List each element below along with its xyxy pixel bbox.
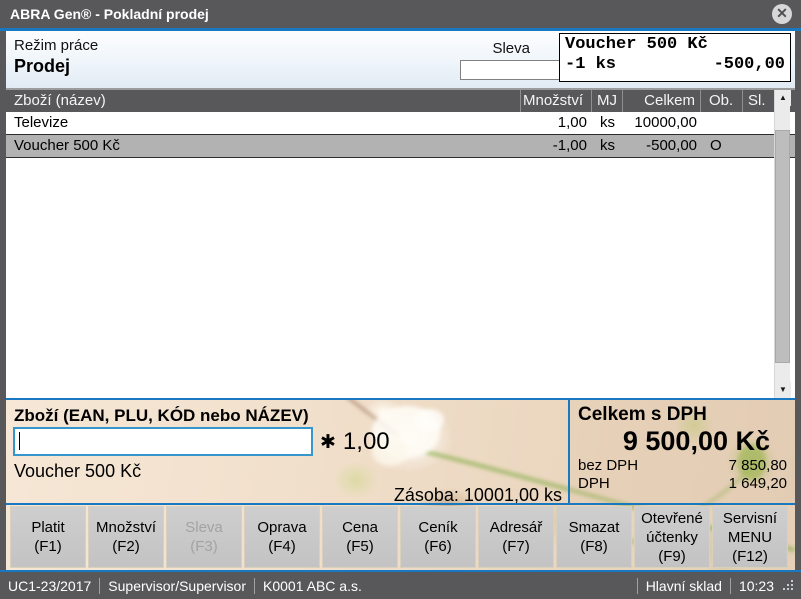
items-table: Zboží (název) Množství MJ Celkem Ob. Sl.… (6, 90, 795, 398)
col-name[interactable]: Zboží (název) (6, 90, 520, 112)
asterisk-icon: ✱ (320, 431, 336, 453)
text-caret (19, 432, 20, 450)
scrollbar-thumb[interactable] (775, 130, 790, 363)
vertical-scrollbar[interactable]: ▲ ▼ (774, 90, 790, 398)
function-button-bar: Platit(F1) Množství(F2) Sleva(F3) Oprava… (10, 506, 788, 568)
open-receipts-button[interactable]: Otevřené účtenky(F9) (634, 506, 710, 568)
display-quantity: -1 ks (565, 55, 616, 74)
window-title: ABRA Gen® - Pokladní prodej (10, 0, 209, 28)
separator-line (6, 503, 795, 505)
col-sl[interactable]: Sl. (742, 90, 774, 112)
clock: 10:23 (731, 578, 782, 594)
total-without-vat-row: bez DPH 7 850,80 (578, 457, 787, 474)
company-name: K0001 ABC a.s. (255, 578, 370, 594)
pay-button[interactable]: Platit(F1) (10, 506, 86, 568)
service-menu-button[interactable]: Servisní MENU(F12) (712, 506, 788, 568)
resize-grip-icon[interactable] (782, 579, 796, 593)
price-button[interactable]: Cena(F5) (322, 506, 398, 568)
vat-row: DPH 1 649,20 (578, 475, 787, 492)
work-mode-label: Režim práce (14, 37, 98, 54)
user-name: Supervisor/Supervisor (100, 578, 254, 594)
current-item-name: Voucher 500 Kč (14, 461, 141, 482)
customer-display: Voucher 500 Kč -1 ks -500,00 (559, 33, 791, 82)
status-bar: UC1-23/2017 Supervisor/Supervisor K0001 … (0, 572, 801, 599)
totals-title: Celkem s DPH (578, 404, 707, 426)
item-code-input[interactable] (13, 427, 313, 456)
table-row[interactable]: Televize 1,00 ks 10000,00 (6, 112, 795, 135)
table-row[interactable]: Voucher 500 Kč -1,00 ks -500,00 O (6, 135, 795, 158)
delete-button[interactable]: Smazat(F8) (556, 506, 632, 568)
scroll-up-icon[interactable]: ▲ (775, 90, 791, 106)
display-amount: -500,00 (714, 55, 785, 74)
work-mode-value: Prodej (14, 56, 70, 77)
quantity-multiplier: ✱ 1,00 (320, 428, 390, 455)
totals-panel: Celkem s DPH 9 500,00 Kč bez DPH 7 850,8… (568, 400, 795, 503)
table-header: Zboží (název) Množství MJ Celkem Ob. Sl. (6, 90, 795, 112)
receipt-number: UC1-23/2017 (0, 578, 99, 594)
mode-panel: Režim práce Prodej Sleva Voucher 500 Kč … (6, 31, 795, 90)
discount-input[interactable] (460, 60, 561, 80)
scroll-down-icon[interactable]: ▼ (775, 382, 791, 398)
col-qty[interactable]: Množství (520, 90, 591, 112)
display-item-name: Voucher 500 Kč (560, 34, 790, 54)
quantity-button[interactable]: Množství(F2) (88, 506, 164, 568)
multiplier-value: 1,00 (343, 428, 390, 456)
col-total[interactable]: Celkem (622, 90, 700, 112)
grand-total: 9 500,00 Kč (623, 426, 770, 457)
price-list-button[interactable]: Ceník(F6) (400, 506, 476, 568)
entry-panel: Zboží (EAN, PLU, KÓD nebo NÁZEV) ✱ 1,00 … (6, 400, 795, 570)
title-bar: ABRA Gen® - Pokladní prodej ✕ (0, 0, 801, 28)
address-book-button[interactable]: Adresář(F7) (478, 506, 554, 568)
discount-button[interactable]: Sleva(F3) (166, 506, 242, 568)
correction-button[interactable]: Oprava(F4) (244, 506, 320, 568)
col-ob[interactable]: Ob. (700, 90, 742, 112)
discount-label: Sleva (460, 40, 530, 57)
col-unit[interactable]: MJ (591, 90, 622, 112)
content-area: Režim práce Prodej Sleva Voucher 500 Kč … (6, 31, 795, 570)
close-icon[interactable]: ✕ (772, 4, 792, 24)
warehouse-name: Hlavní sklad (638, 578, 730, 594)
app-window: ABRA Gen® - Pokladní prodej ✕ Režim prác… (0, 0, 801, 599)
entry-label: Zboží (EAN, PLU, KÓD nebo NÁZEV) (14, 406, 309, 426)
